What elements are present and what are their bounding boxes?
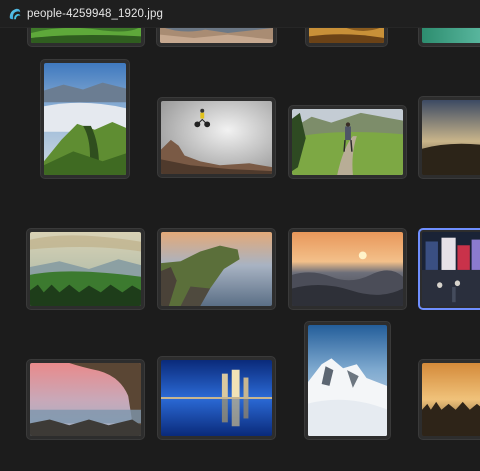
thumbnail-grid [0,0,480,471]
thumbnail-mountain-biker-jump[interactable] [157,97,276,178]
valley-forest-image [30,232,141,306]
ocean-sunset-image [292,232,403,306]
sea-cliff-image [161,232,272,306]
thumbnail-sea-cave-sunset[interactable] [26,359,145,440]
photos-app-icon [9,8,21,19]
title-bar: people-4259948_1920.jpg [0,0,480,28]
city-street-night-image [422,232,480,306]
thumbnail-misty-forest-sunrise[interactable] [418,359,480,440]
thumbnail-ocean-sunset[interactable] [288,228,407,310]
window-title: people-4259948_1920.jpg [27,7,163,20]
snowy-mountain-image [308,325,387,436]
sea-cave-sunset-image [30,363,141,436]
misty-forest-sunrise-image [422,363,480,436]
thumbnail-city-street-night[interactable] [418,228,480,310]
thumbnail-mountain-ridge[interactable] [40,59,130,179]
thumbnail-snowy-mountain[interactable] [304,321,391,440]
mountain-ridge-image [44,63,126,175]
mountain-biker-jump-image [161,101,272,174]
hiker-trail-image [292,109,403,175]
thumbnail-sunset-hills-partial[interactable] [418,96,480,179]
thumbnail-sea-cliff[interactable] [157,228,276,310]
thumbnail-valley-forest[interactable] [26,228,145,310]
thumbnail-city-reflection-night[interactable] [157,356,276,440]
thumbnail-hiker-trail[interactable] [288,105,407,179]
sunset-hills-image [422,100,480,175]
city-reflection-night-image [161,360,272,436]
